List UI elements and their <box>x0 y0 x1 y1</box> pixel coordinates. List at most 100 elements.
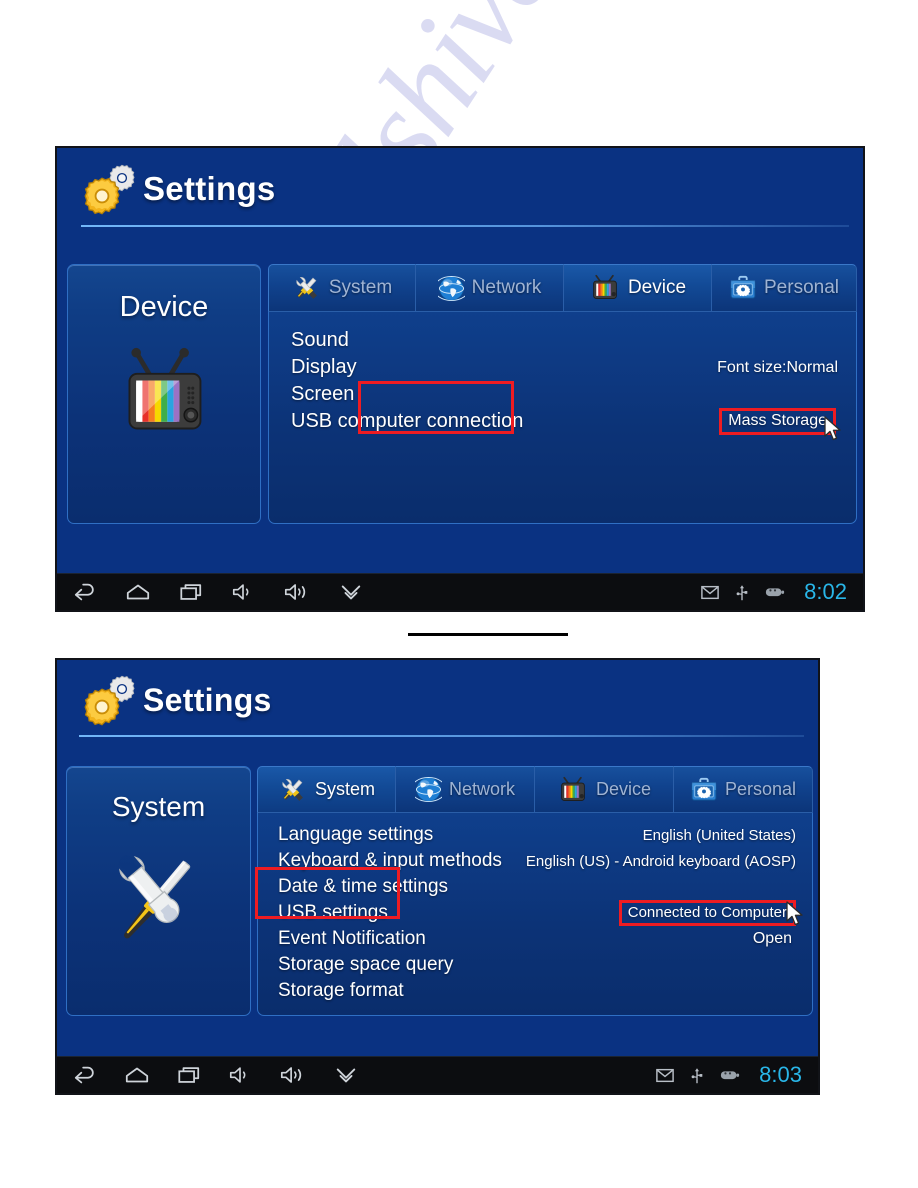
left-panel-title: Device <box>119 291 209 323</box>
tab-network[interactable]: Network <box>396 766 535 813</box>
briefcase-icon <box>729 275 757 301</box>
settings-gears <box>81 163 139 215</box>
setting-value: Font size:Normal <box>717 358 838 376</box>
system-body: System System Network Device Personal La… <box>66 766 814 1016</box>
setting-label: Keyboard & input methods <box>278 850 502 871</box>
tv-icon <box>589 274 621 302</box>
tab-label: System <box>314 779 375 799</box>
briefcase-icon <box>690 777 718 803</box>
page-title: Settings <box>143 681 272 718</box>
tv-icon <box>557 776 589 804</box>
screenshot-system-settings: Settings System System Network Device Pe… <box>55 658 820 1095</box>
mail-icon <box>701 585 719 600</box>
home-icon[interactable] <box>125 582 151 602</box>
navbar-buttons <box>73 1065 358 1085</box>
tab-device[interactable]: Device <box>535 766 674 813</box>
tab-network[interactable]: Network <box>416 264 564 312</box>
setting-row-usb-settings[interactable]: USB settings Connected to Computer <box>278 900 796 926</box>
tab-personal[interactable]: Personal <box>712 264 857 312</box>
tab-label: Personal <box>724 779 797 799</box>
globe-icon <box>437 275 465 302</box>
settings-list: Sound Display Font size:Normal Screen US… <box>269 312 856 435</box>
left-panel-title: System <box>111 791 206 822</box>
setting-row-screen[interactable]: Screen <box>291 381 838 408</box>
gear-icon <box>81 686 123 728</box>
recents-icon[interactable] <box>177 1065 201 1085</box>
header-divider <box>81 225 849 227</box>
setting-label: Display <box>291 356 357 378</box>
setting-label: Language settings <box>278 824 434 845</box>
tab-label: Device <box>595 779 652 799</box>
app-header: Settings <box>57 660 818 740</box>
setting-value-highlighted[interactable]: Mass Storage <box>719 408 836 435</box>
system-screen: Settings System System Network Device Pe… <box>57 660 818 1093</box>
globe-icon <box>414 776 442 803</box>
left-panel-system[interactable]: System <box>66 766 251 1016</box>
back-icon[interactable] <box>73 1065 97 1085</box>
setting-row-date-time-settings[interactable]: Date & time settings <box>278 874 796 900</box>
setting-row-event-notification[interactable]: Event Notification Open <box>278 926 796 952</box>
clock: 8:02 <box>804 579 847 604</box>
recents-icon[interactable] <box>179 582 203 602</box>
setting-label: USB computer connection <box>291 410 524 432</box>
setting-row-storage-space-query[interactable]: Storage space query <box>278 952 796 978</box>
home-icon[interactable] <box>124 1065 150 1085</box>
settings-list: Language settings English (United States… <box>258 813 812 1004</box>
battery-icon <box>720 1068 740 1082</box>
settings-tabs: System Network Device Personal <box>257 766 813 813</box>
mouse-cursor <box>785 901 807 932</box>
settings-tabs: System Network Device Personal <box>268 264 857 312</box>
settings-content-panel: Language settings English (United States… <box>257 813 813 1016</box>
tools-icon <box>292 274 322 302</box>
navbar-buttons <box>73 582 363 602</box>
volume-down-icon[interactable] <box>231 582 255 602</box>
volume-down-icon[interactable] <box>228 1065 252 1085</box>
setting-row-storage-format[interactable]: Storage format <box>278 978 796 1004</box>
tab-system[interactable]: System <box>257 766 396 813</box>
tab-device[interactable]: Device <box>564 264 712 312</box>
device-screen: Settings Device System Network Device Pe… <box>57 148 863 610</box>
setting-value-highlighted[interactable]: Connected to Computer <box>618 900 796 926</box>
tab-personal[interactable]: Personal <box>674 766 813 813</box>
setting-label: Storage format <box>278 980 404 1001</box>
navbar-status: 8:03 <box>656 1062 802 1088</box>
setting-row-usb-computer-connection[interactable]: USB computer connection Mass Storage <box>291 408 838 435</box>
chevron-double-down-icon[interactable] <box>339 582 363 602</box>
usb-icon <box>691 1066 703 1085</box>
setting-row-display[interactable]: Display Font size:Normal <box>291 354 838 381</box>
setting-value: Open <box>752 930 792 947</box>
tab-label: Network <box>471 277 542 298</box>
setting-label: Sound <box>291 329 349 351</box>
section-divider <box>408 633 568 636</box>
android-navbar: 8:02 <box>57 573 863 610</box>
setting-row-sound[interactable]: Sound <box>291 327 838 354</box>
tab-label: Device <box>627 277 687 298</box>
tab-label: System <box>328 277 393 298</box>
mail-icon <box>656 1068 674 1083</box>
chevron-double-down-icon[interactable] <box>334 1065 358 1085</box>
navbar-status: 8:02 <box>701 579 847 605</box>
tab-label: Network <box>448 779 515 799</box>
right-column-device: System Network Device Personal Sound Dis… <box>268 264 857 524</box>
setting-value: English (United States) <box>642 826 796 844</box>
screenshot-device-settings: Settings Device System Network Device Pe… <box>55 146 865 612</box>
left-panel-device[interactable]: Device <box>67 264 261 524</box>
volume-up-icon[interactable] <box>283 582 311 602</box>
device-body: Device System Network Device Personal So… <box>67 264 857 524</box>
volume-up-icon[interactable] <box>279 1065 307 1085</box>
setting-row-keyboard-input-methods[interactable]: Keyboard & input methods English (US) - … <box>278 848 796 874</box>
app-header: Settings <box>57 148 863 230</box>
header-divider <box>79 735 804 737</box>
back-icon[interactable] <box>73 582 97 602</box>
android-navbar: 8:03 <box>57 1056 818 1093</box>
setting-row-language-settings[interactable]: Language settings English (United States… <box>278 822 796 848</box>
clock: 8:03 <box>759 1062 802 1087</box>
tab-system[interactable]: System <box>268 264 416 312</box>
tab-label: Personal <box>764 277 839 298</box>
tools-icon <box>278 776 308 804</box>
tools-icon <box>103 847 215 955</box>
usb-icon <box>736 583 748 602</box>
setting-label: Event Notification <box>278 928 426 949</box>
gear-icon <box>81 175 123 217</box>
setting-value: English (US) - Android keyboard (AOSP) <box>525 852 796 870</box>
